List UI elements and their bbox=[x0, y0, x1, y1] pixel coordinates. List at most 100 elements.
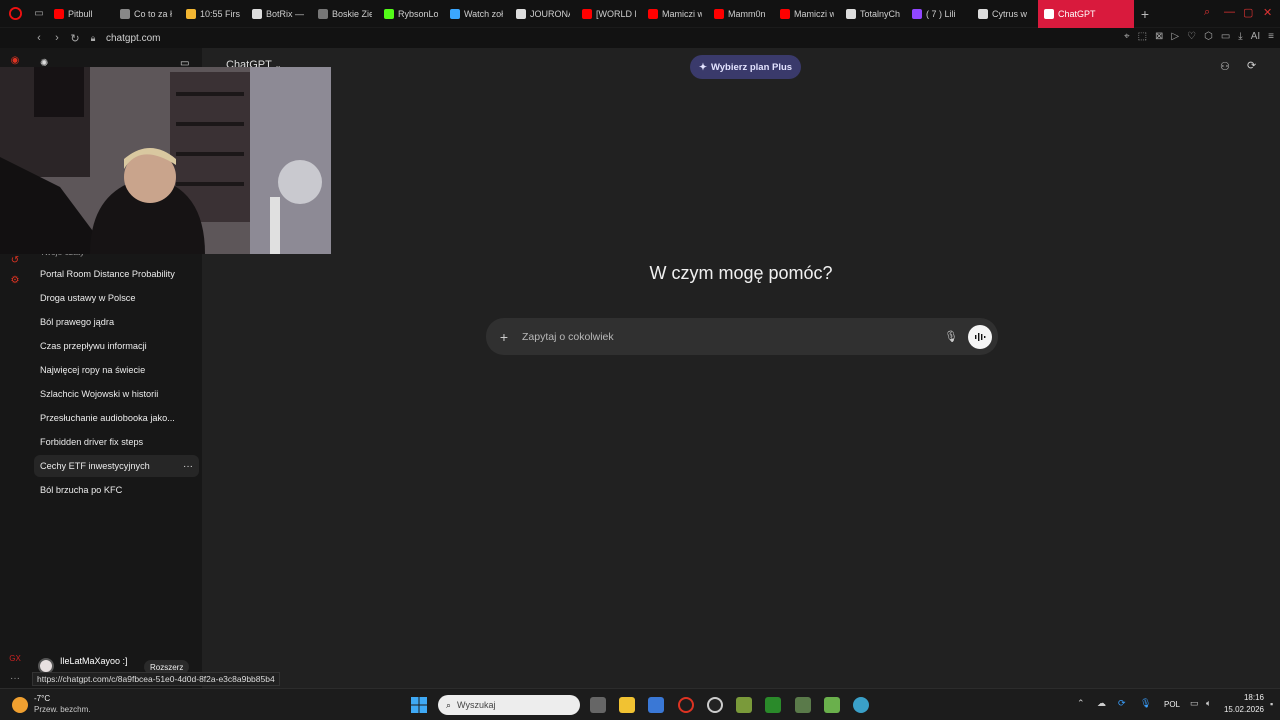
taskbar-search[interactable]: ⌕ Wyszukaj bbox=[438, 695, 580, 715]
maximize-button[interactable]: ▢ bbox=[1243, 6, 1253, 19]
prompt-input[interactable] bbox=[522, 330, 944, 343]
heart-icon[interactable]: ♡ bbox=[1187, 31, 1196, 42]
file-explorer-icon[interactable] bbox=[619, 697, 635, 713]
player-icon[interactable]: ▷ bbox=[1171, 31, 1179, 42]
tab-favicon-icon bbox=[54, 8, 64, 19]
tab[interactable]: [WORLD F bbox=[576, 0, 642, 28]
snapshot-icon[interactable]: ⬚ bbox=[1138, 31, 1147, 42]
tray-cloud-icon[interactable]: ☁ bbox=[1097, 698, 1106, 709]
volume-icon[interactable]: 🔈︎ bbox=[1206, 698, 1211, 709]
chat-history-item[interactable]: Droga ustawy w Polsce bbox=[34, 287, 199, 309]
tab[interactable]: Mamm0n bbox=[708, 0, 774, 28]
user-name[interactable]: IleLatMaXayoo :] bbox=[60, 656, 128, 666]
aria-icon[interactable]: ◉ bbox=[9, 54, 21, 66]
temporary-chat-icon[interactable]: ⟳ bbox=[1247, 59, 1256, 72]
chat-history-item[interactable]: Czas przepływu informacji bbox=[34, 335, 199, 357]
tab-label: BotRix — bbox=[266, 8, 305, 19]
tab[interactable]: Pitbull bbox=[48, 0, 114, 28]
adblock-icon[interactable]: ⊠ bbox=[1155, 31, 1163, 42]
share-user-icon[interactable]: ⚇ bbox=[1220, 60, 1230, 73]
windows-taskbar: -7°C Przew. bezchm. ⌕ Wyszukaj ⌃ ☁ ⟳ 🎙︎ … bbox=[0, 688, 1280, 720]
main-area: ChatGPT ⌄ ✦ Wybierz plan Plus ⚇ ⟳ W czym… bbox=[202, 48, 1280, 688]
forward-button[interactable]: › bbox=[48, 29, 66, 47]
task-view-icon[interactable] bbox=[590, 697, 606, 713]
tab-label: ( 7 ) Lili bbox=[926, 8, 956, 19]
address-bar-row: ‹ › ↻ 🔒︎ chatgpt.com ⌖ ⬚ ⊠ ▷ ♡ ⬡ ▭ ⤓ AI … bbox=[0, 28, 1280, 48]
menu-icon[interactable]: ≡ bbox=[1268, 31, 1274, 42]
workspaces-icon[interactable]: ▭ bbox=[30, 0, 48, 28]
settings-icon[interactable]: ⚙ bbox=[9, 274, 21, 286]
tab[interactable]: Co to za ł bbox=[114, 0, 180, 28]
photos-app-icon[interactable] bbox=[648, 697, 664, 713]
language-indicator[interactable]: POL bbox=[1164, 700, 1180, 709]
tab[interactable]: BotRix — bbox=[246, 0, 312, 28]
tab[interactable]: RybsonLo bbox=[378, 0, 444, 28]
minecraft-launcher-icon[interactable] bbox=[795, 697, 811, 713]
chat-history-item[interactable]: Ból prawego jądra bbox=[34, 311, 199, 333]
download-icon[interactable]: ⤓ bbox=[1238, 31, 1242, 42]
tab[interactable]: Cytrus w bbox=[972, 0, 1038, 28]
tray-mic-icon[interactable]: 🎙︎ bbox=[1140, 698, 1151, 709]
tray-sync-icon[interactable]: ⟳ bbox=[1118, 698, 1126, 709]
chat-title: Cechy ETF inwestycyjnych bbox=[40, 461, 150, 471]
chat-history-item[interactable]: Forbidden driver fix steps bbox=[34, 431, 199, 453]
start-button[interactable] bbox=[410, 696, 428, 714]
chat-options-icon[interactable]: ··· bbox=[183, 461, 193, 472]
chat-history-item[interactable]: Szlachcic Wojowski w historii bbox=[34, 383, 199, 405]
chat-history-item[interactable]: Cechy ETF inwestycyjnych ··· bbox=[34, 455, 199, 477]
android-app-icon[interactable] bbox=[765, 697, 781, 713]
opera-gx-taskbar-icon[interactable] bbox=[678, 697, 694, 713]
lock-icon: 🔒︎ bbox=[90, 32, 96, 43]
clock-time[interactable]: 18:16 bbox=[1232, 693, 1264, 702]
tab[interactable]: 10:55 First bbox=[180, 0, 246, 28]
search-icon: ⌕ bbox=[446, 699, 452, 710]
wallet-icon[interactable]: ▭ bbox=[1221, 31, 1230, 42]
tab-label: Cytrus w bbox=[992, 8, 1028, 19]
globe-app-icon[interactable] bbox=[853, 697, 869, 713]
minimize-button[interactable]: — bbox=[1224, 6, 1235, 18]
tab[interactable]: Mamiczi w bbox=[774, 0, 840, 28]
tab[interactable]: Boskie Zie bbox=[312, 0, 378, 28]
tab[interactable]: Mamiczi w bbox=[642, 0, 708, 28]
minecraft-icon[interactable] bbox=[824, 697, 840, 713]
extensions-icon[interactable]: ⬡ bbox=[1204, 31, 1213, 42]
new-tab-button[interactable]: + bbox=[1136, 5, 1154, 23]
obs-icon[interactable] bbox=[707, 697, 723, 713]
chat-history-item[interactable]: Najwięcej ropy na świecie bbox=[34, 359, 199, 381]
chat-history-item[interactable]: Ból brzucha po KFC bbox=[34, 479, 199, 501]
tab-active[interactable]: ChatGPT bbox=[1038, 0, 1134, 28]
tray-chevron-icon[interactable]: ⌃ bbox=[1077, 698, 1085, 709]
close-window-button[interactable]: ✕ bbox=[1263, 6, 1272, 19]
pin-icon[interactable]: ⌖ bbox=[1124, 31, 1130, 42]
clock-date[interactable]: 15.02.2026 bbox=[1222, 705, 1264, 714]
history-icon[interactable]: ↺ bbox=[9, 254, 21, 266]
aria-ai-icon[interactable]: AI bbox=[1251, 31, 1260, 42]
game-app-icon[interactable] bbox=[736, 697, 752, 713]
back-button[interactable]: ‹ bbox=[30, 29, 48, 47]
chat-title: Ból prawego jądra bbox=[40, 317, 115, 327]
tab-favicon-icon bbox=[252, 8, 262, 19]
voice-mode-button[interactable] bbox=[968, 324, 992, 349]
tab-label: Mamiczi w bbox=[794, 8, 834, 19]
search-tabs-icon[interactable]: ⌕ bbox=[1204, 6, 1210, 19]
gx-icon[interactable]: GX bbox=[9, 652, 21, 664]
url-field[interactable]: chatgpt.com bbox=[106, 33, 160, 44]
tab-label: 10:55 First bbox=[200, 8, 240, 19]
tab-label: TotalnyCh bbox=[860, 8, 900, 19]
tab[interactable]: TotalnyCh bbox=[840, 0, 906, 28]
tab[interactable]: ( 7 ) Lili bbox=[906, 0, 972, 28]
tab[interactable]: Watch zoł bbox=[444, 0, 510, 28]
tab-label: RybsonLo bbox=[398, 8, 438, 19]
upgrade-plan-button[interactable]: ✦ Wybierz plan Plus bbox=[690, 55, 802, 79]
weather-icon[interactable] bbox=[12, 697, 28, 713]
microphone-icon[interactable]: 🎙︎ bbox=[944, 330, 958, 343]
network-icon[interactable]: ▭ bbox=[1190, 698, 1199, 709]
notifications-icon[interactable]: ▪ bbox=[1270, 699, 1273, 709]
chat-history-item[interactable]: Portal Room Distance Probability bbox=[34, 263, 199, 285]
more-icon[interactable]: ··· bbox=[9, 672, 21, 684]
attach-plus-icon[interactable]: + bbox=[496, 329, 512, 345]
chat-history-item[interactable]: Przesłuchanie audiobooka jako... bbox=[34, 407, 199, 429]
opera-logo-icon[interactable] bbox=[0, 0, 30, 28]
reload-button[interactable]: ↻ bbox=[66, 29, 84, 47]
tab[interactable]: JOURONA bbox=[510, 0, 576, 28]
